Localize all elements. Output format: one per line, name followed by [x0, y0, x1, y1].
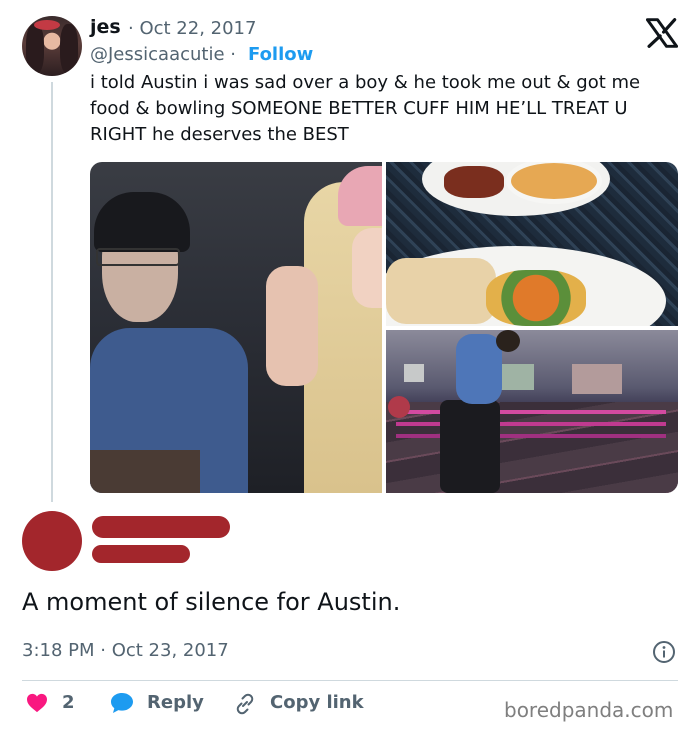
copy-link-button[interactable]: Copy link [270, 692, 364, 713]
like-count[interactable]: 2 [62, 692, 75, 713]
heart-icon[interactable] [26, 693, 48, 713]
food-photo[interactable] [386, 162, 678, 326]
reply-text: A moment of silence for Austin. [22, 588, 401, 616]
selfie-photo[interactable] [90, 162, 382, 493]
reply-bubble-icon[interactable] [110, 692, 134, 714]
redacted-name [92, 516, 230, 538]
tweet-text-line: i told Austin i was sad over a boy & he … [90, 72, 641, 93]
redacted-handle [92, 545, 190, 563]
redacted-avatar [22, 511, 82, 571]
tweet-date[interactable]: · Oct 22, 2017 [128, 18, 256, 39]
bowling-photo[interactable] [386, 330, 678, 493]
reply-button[interactable]: Reply [147, 692, 204, 713]
user-handle[interactable]: @Jessicaacutie · [90, 44, 236, 65]
thread-line [51, 82, 53, 502]
tweet-text-line: RIGHT he deserves the BEST [90, 124, 349, 145]
watermark: boredpanda.com [504, 698, 674, 722]
display-name[interactable]: jes [90, 16, 121, 38]
link-icon[interactable] [233, 692, 257, 716]
divider [22, 680, 678, 681]
user-avatar[interactable] [22, 16, 82, 76]
tweet-text-line: food & bowling SOMEONE BETTER CUFF HIM H… [90, 98, 628, 119]
tweet-text: i told Austin i was sad over a boy & he … [90, 70, 686, 148]
reply-timestamp[interactable]: 3:18 PM · Oct 23, 2017 [22, 640, 229, 661]
follow-button[interactable]: Follow [248, 44, 313, 65]
media-grid [90, 162, 678, 493]
info-icon[interactable] [652, 640, 676, 664]
x-logo-icon[interactable] [646, 18, 678, 48]
